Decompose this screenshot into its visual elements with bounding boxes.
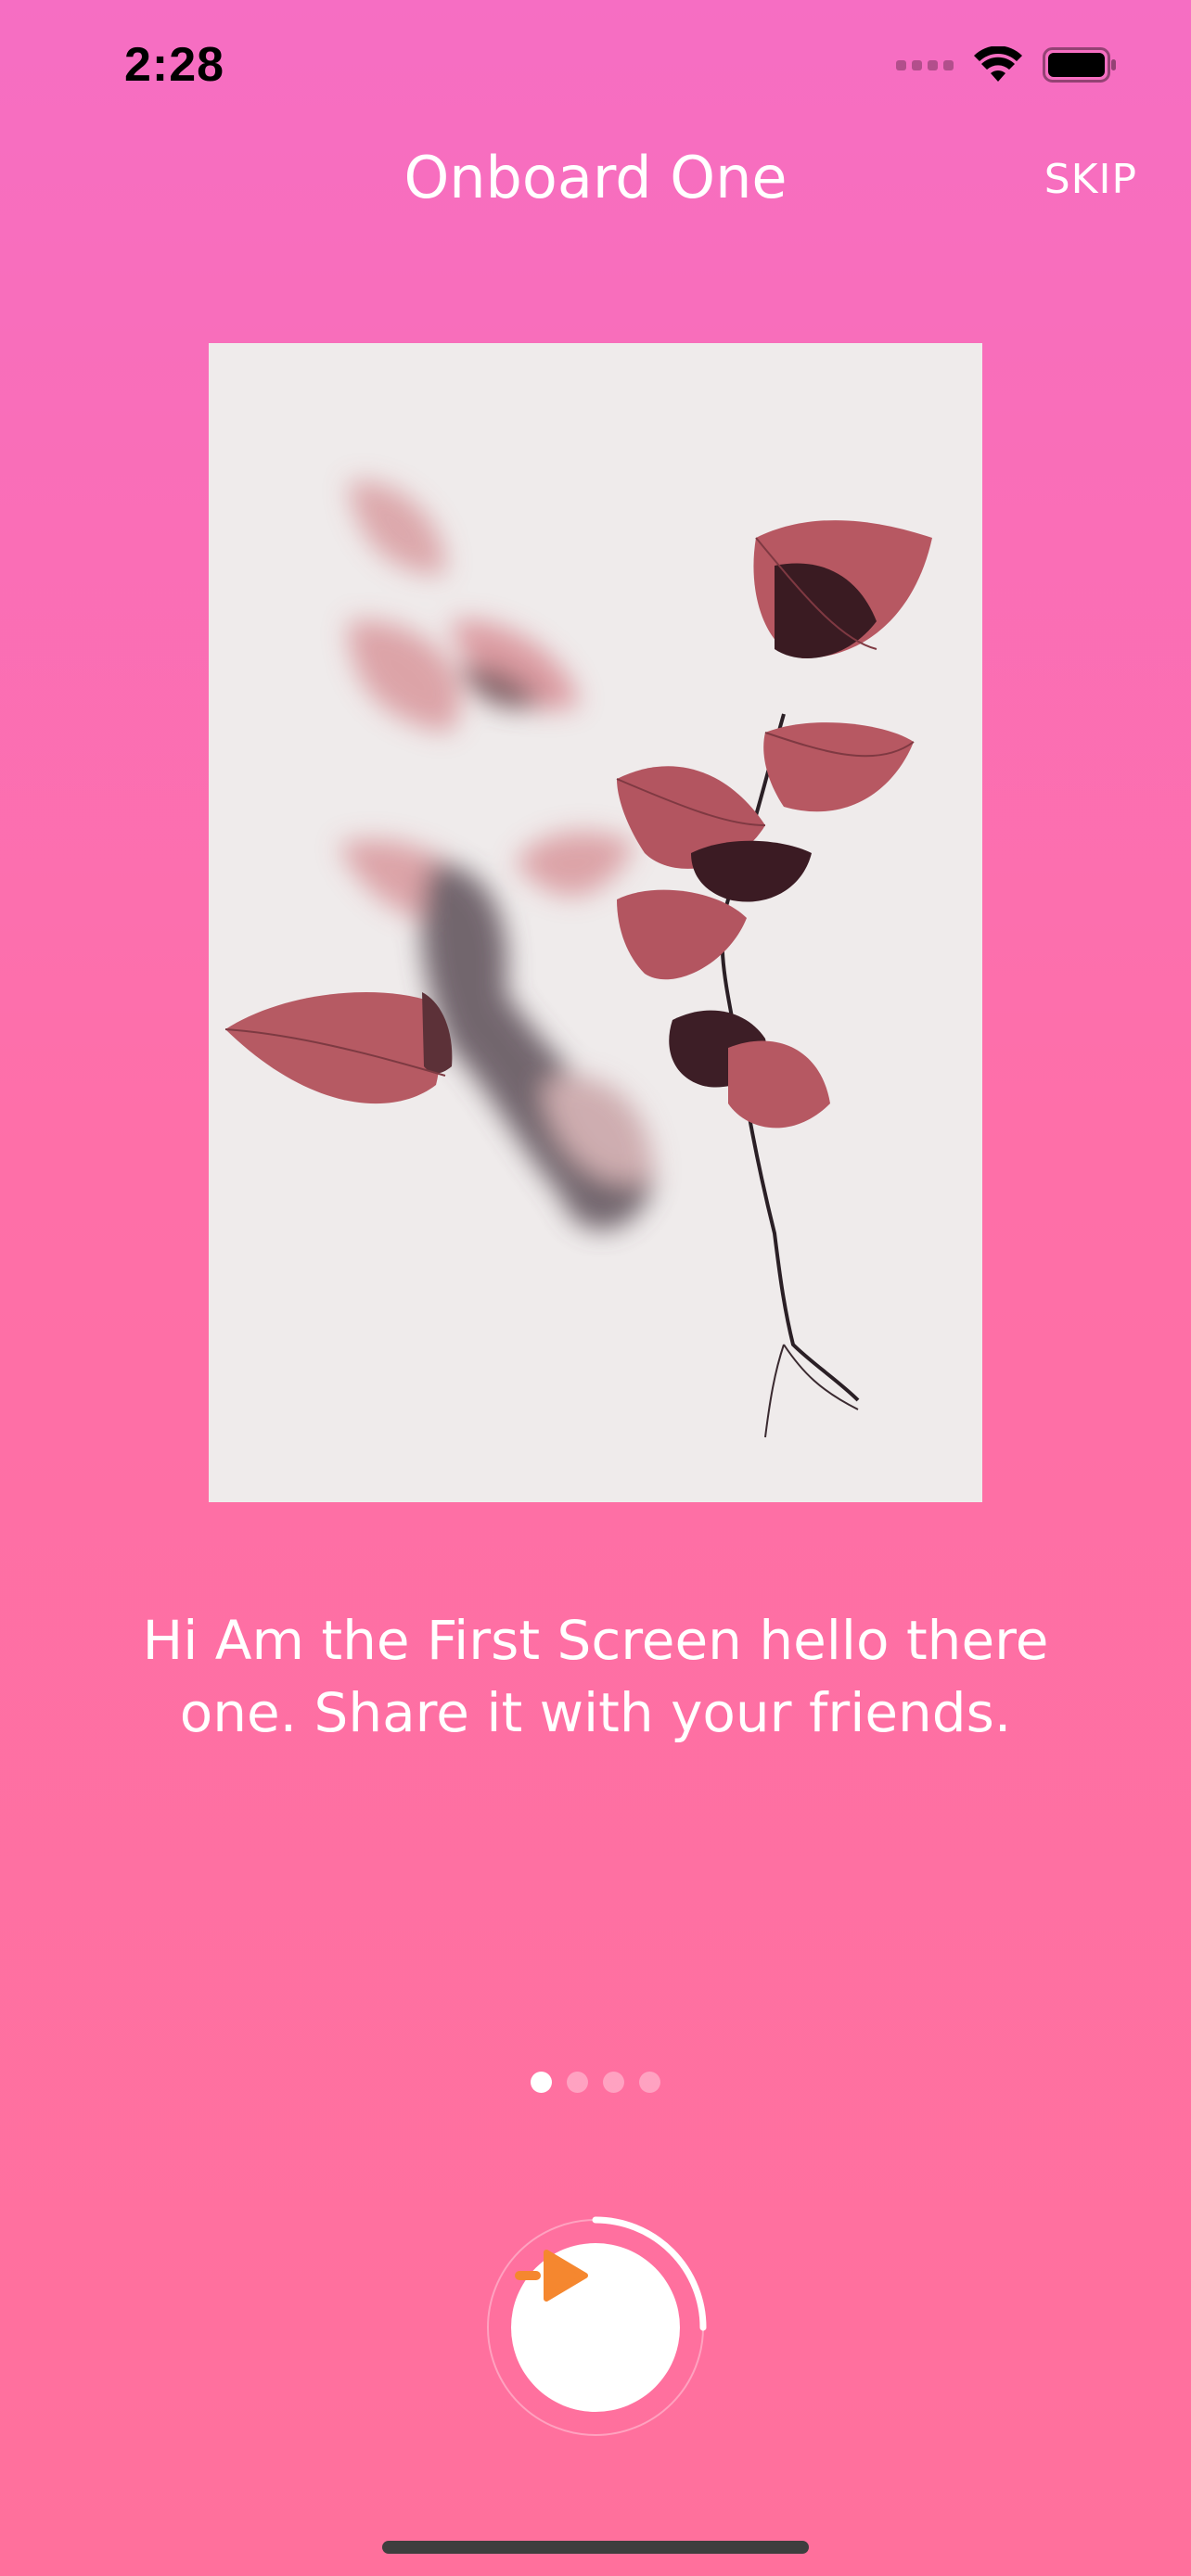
next-button-container	[482, 2214, 709, 2441]
status-icons	[896, 46, 1117, 83]
next-button[interactable]	[511, 2243, 680, 2412]
arrow-right-icon	[515, 2250, 588, 2302]
leaves-illustration	[224, 480, 932, 1438]
onboarding-illustration	[209, 343, 982, 1502]
battery-icon	[1043, 47, 1116, 83]
page-indicator	[0, 2072, 1191, 2093]
wifi-icon	[974, 46, 1022, 82]
status-time: 2:28	[124, 38, 225, 92]
home-indicator[interactable]	[382, 2541, 809, 2554]
onboarding-description: Hi Am the First Screen hello there one. …	[142, 1609, 1049, 1744]
cellular-signal-icon	[896, 59, 954, 70]
page-title: Onboard One	[403, 144, 788, 211]
skip-button[interactable]: SKIP	[1044, 156, 1137, 203]
page-dot[interactable]	[639, 2072, 660, 2093]
page-dot[interactable]	[603, 2072, 624, 2093]
page-dot[interactable]	[567, 2072, 588, 2093]
page-dot[interactable]	[531, 2072, 552, 2093]
